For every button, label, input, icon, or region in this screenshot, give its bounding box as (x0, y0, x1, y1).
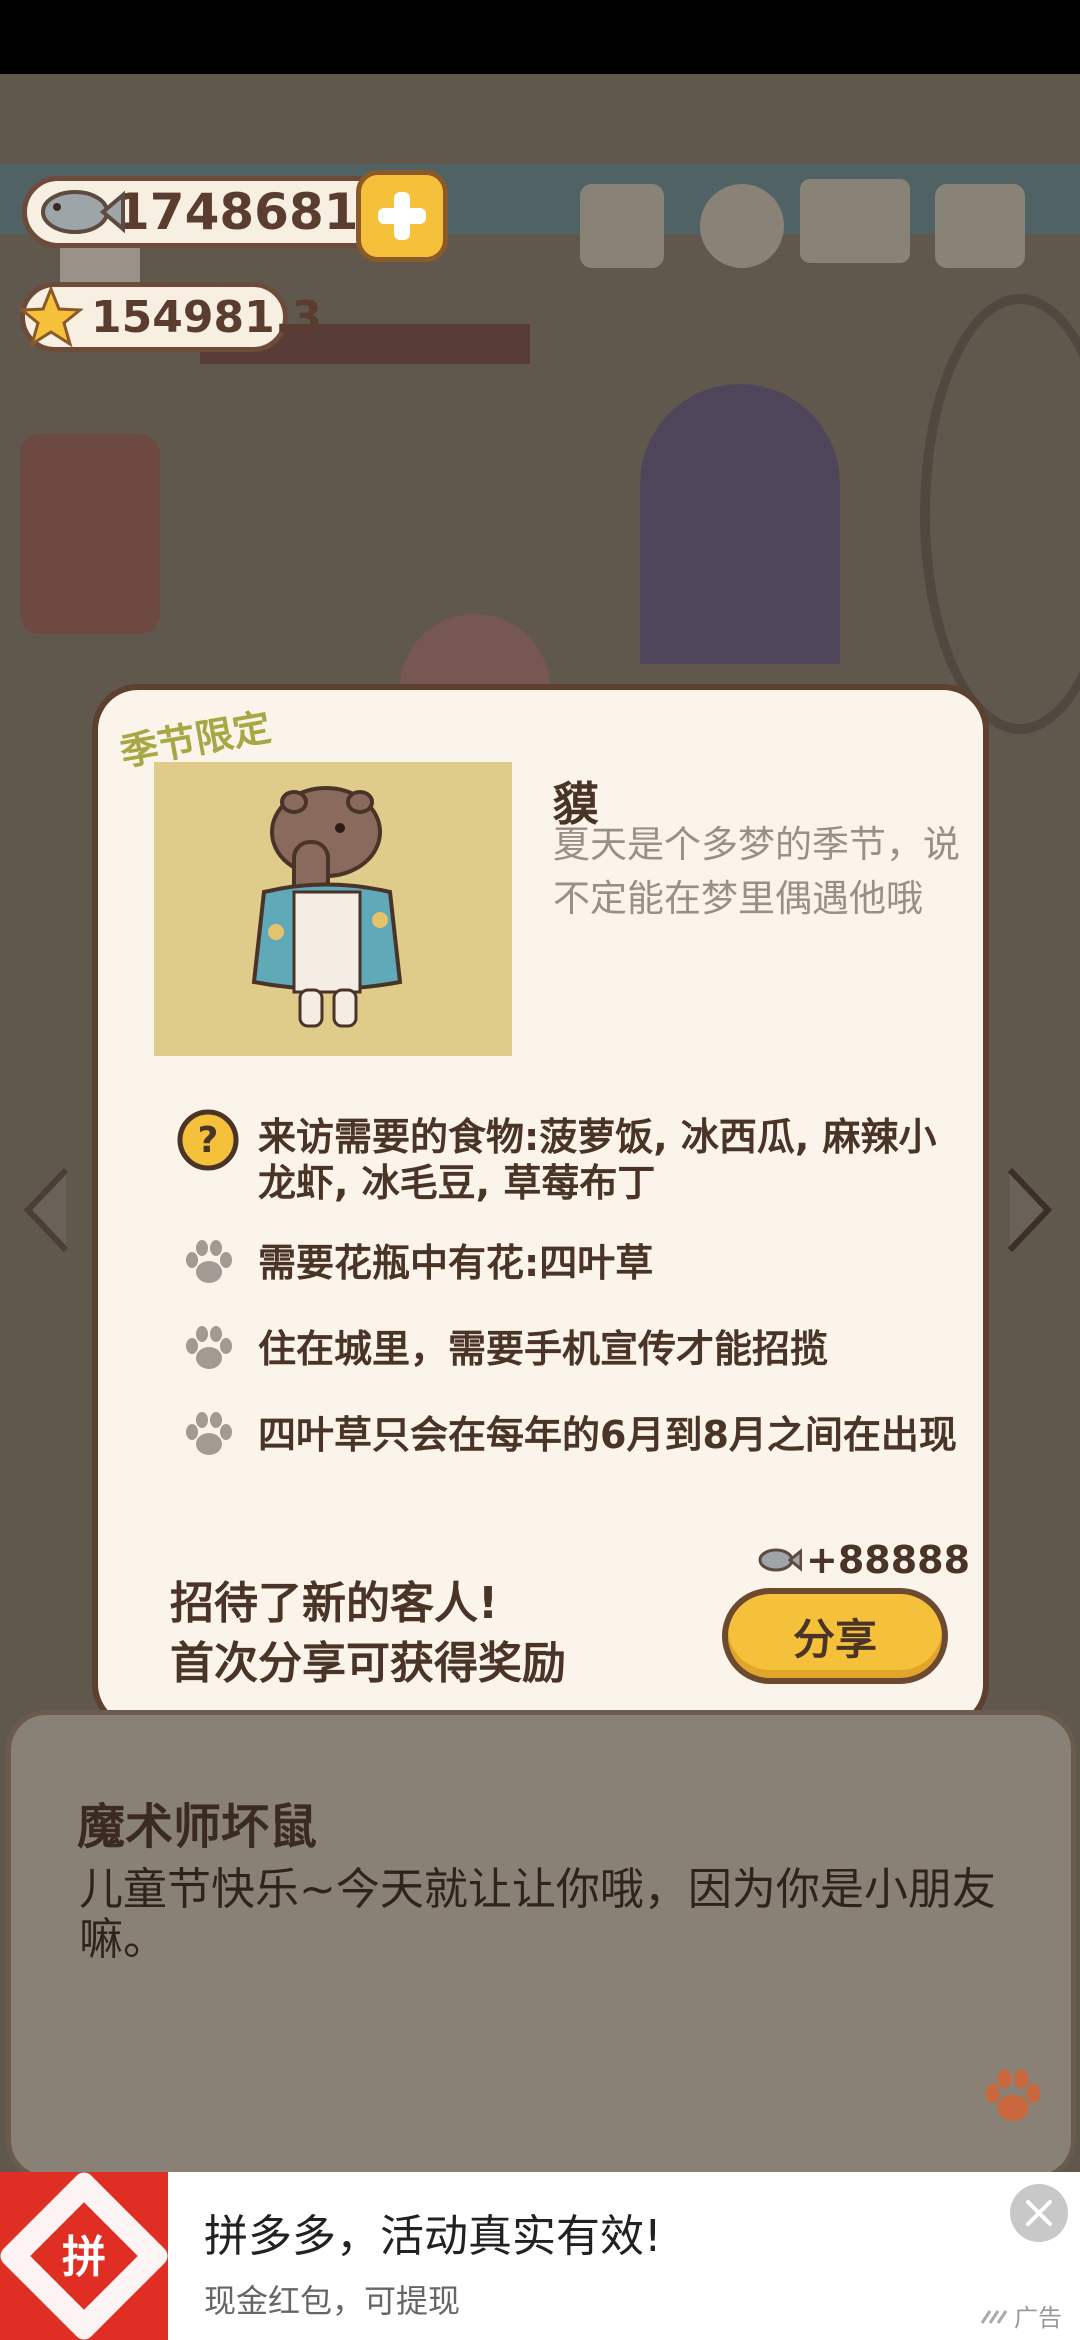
ad-source-icon (980, 2309, 1008, 2324)
animal-portrait (154, 762, 512, 1056)
question-icon: ? (177, 1109, 239, 1171)
reward-amount: +88888 (806, 1538, 971, 1582)
fish-icon (758, 1548, 802, 1572)
add-fish-button[interactable] (356, 170, 448, 262)
ad-subtitle[interactable]: 现金红包，可提现 (204, 2276, 460, 2322)
svg-text:拼: 拼 (62, 2232, 106, 2283)
ad-close-button[interactable] (1010, 2184, 1068, 2242)
paw-icon (186, 1326, 232, 1369)
ad-label: 广告 (980, 2298, 1062, 2333)
paw-icon (186, 1240, 232, 1283)
fish-count: 17486814 (115, 183, 394, 241)
new-guest-line2: 首次分享可获得奖励 (170, 1638, 566, 1689)
star-count: 154981.3 (91, 291, 323, 343)
requirement-season: 四叶草只会在每年的6月到8月之间在出现 (258, 1413, 957, 1457)
new-guest-line1: 招待了新的客人! (170, 1578, 499, 1629)
tapir-illustration (251, 786, 403, 1028)
ad-title[interactable]: 拼多多，活动真实有效! (204, 2200, 662, 2264)
animal-description: 夏天是个多梦的季节，说不定能在梦里偶遇他哦 (553, 823, 960, 920)
svg-text:?: ? (198, 1120, 219, 1161)
fish-currency-counter: 17486814 (22, 176, 402, 248)
plus-icon (378, 192, 426, 240)
new-guest-message: 招待了新的客人! 首次分享可获得奖励 (170, 1574, 566, 1694)
speaker-name: 魔术师坏鼠 (77, 1799, 318, 1855)
arrow-right-icon[interactable] (1000, 1160, 1060, 1260)
requirement-city: 住在城里，需要手机宣传才能招揽 (258, 1327, 829, 1371)
close-icon (1026, 2200, 1052, 2226)
visitor-info-card: 季节限定 貘 夏天是个多梦的季节，说不定能在梦里偶遇他哦 ? 来访需要的食物:菠… (92, 684, 989, 1730)
arrow-left-icon[interactable] (16, 1160, 76, 1260)
share-reward: +88888 (756, 1538, 970, 1582)
pinduoduo-logo-icon: 拼 (0, 2172, 168, 2340)
paw-icon (186, 1412, 232, 1455)
star-icon (19, 285, 83, 348)
requirement-food: 来访需要的食物:菠萝饭, 冰西瓜, 麻辣小龙虾, 冰毛豆, 草莓布丁 (258, 1115, 937, 1205)
requirement-flower: 需要花瓶中有花:四叶草 (258, 1241, 654, 1285)
fish-icon (41, 190, 125, 234)
share-button[interactable]: 分享 (722, 1588, 948, 1684)
paw-icon (985, 2069, 1041, 2121)
status-bar (0, 0, 1080, 74)
ad-banner[interactable]: 拼 拼多多，活动真实有效! 现金红包，可提现 广告 (0, 2172, 1080, 2340)
dialog-box[interactable]: 魔术师坏鼠 儿童节快乐~今天就让让你哦，因为你是小朋友嘛。 (6, 1710, 1076, 2180)
dialog-text: 儿童节快乐~今天就让让你哦，因为你是小朋友嘛。 (79, 1864, 996, 1965)
star-currency-counter: 154981.3 (19, 282, 322, 352)
ad-logo: 拼 (0, 2172, 168, 2340)
